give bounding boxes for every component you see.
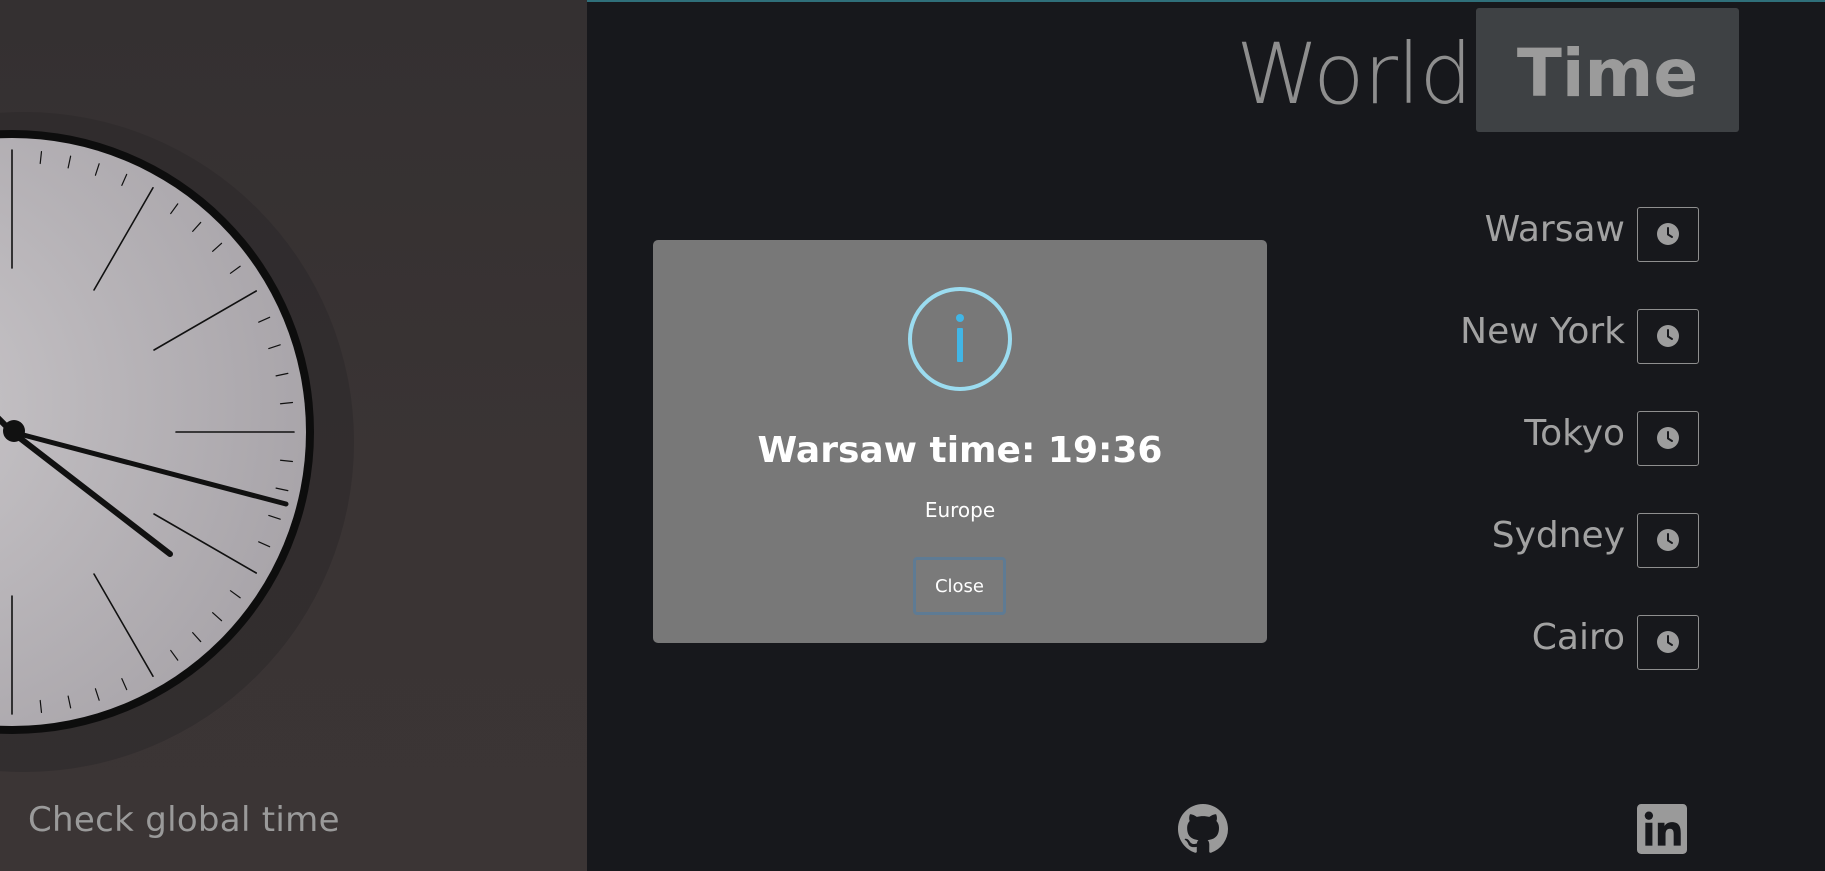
new-york-time-button[interactable]: [1637, 308, 1699, 364]
title-time-badge: Time: [1476, 8, 1739, 132]
hero-tagline: Check global time: [28, 800, 340, 840]
clock-icon: [1657, 631, 1679, 653]
github-link[interactable]: [1178, 804, 1228, 858]
close-button[interactable]: Close: [913, 557, 1006, 615]
wall-clock-image: [0, 112, 354, 772]
warsaw-time-button[interactable]: [1637, 206, 1699, 262]
clock-icon: [1657, 529, 1679, 551]
city-name: Warsaw: [1484, 208, 1625, 250]
city-row-tokyo: Tokyo: [1279, 407, 1699, 469]
clock-icon: [1657, 325, 1679, 347]
app-page: Check global time World Time Warsaw New …: [0, 0, 1825, 871]
info-icon: [908, 287, 1012, 391]
github-icon: [1178, 804, 1228, 853]
title-world: World: [1236, 25, 1473, 123]
page-title: World Time: [1236, 8, 1739, 134]
linkedin-icon: [1637, 804, 1687, 854]
top-accent-line: [587, 0, 1825, 2]
dialog-text: Europe: [924, 498, 996, 522]
city-name: Tokyo: [1524, 412, 1625, 454]
clock-icon: [1657, 427, 1679, 449]
clock-icon: [1657, 223, 1679, 245]
hero-panel: Check global time: [0, 0, 587, 871]
city-name: Sydney: [1491, 514, 1625, 556]
tokyo-time-button[interactable]: [1637, 410, 1699, 466]
city-name: New York: [1460, 310, 1625, 352]
city-row-new-york: New York: [1279, 305, 1699, 367]
city-row-cairo: Cairo: [1279, 611, 1699, 673]
title-time: Time: [1516, 35, 1699, 112]
sydney-time-button[interactable]: [1637, 512, 1699, 568]
city-list: Warsaw New York Tokyo Sydney Cairo: [1279, 203, 1699, 713]
dialog-title: Warsaw time: 19:36: [757, 430, 1163, 471]
city-row-warsaw: Warsaw: [1279, 203, 1699, 265]
linkedin-link[interactable]: [1637, 804, 1687, 858]
city-name: Cairo: [1531, 616, 1625, 658]
time-info-dialog: Warsaw time: 19:36 Europe Close: [653, 240, 1267, 643]
city-row-sydney: Sydney: [1279, 509, 1699, 571]
cairo-time-button[interactable]: [1637, 614, 1699, 670]
